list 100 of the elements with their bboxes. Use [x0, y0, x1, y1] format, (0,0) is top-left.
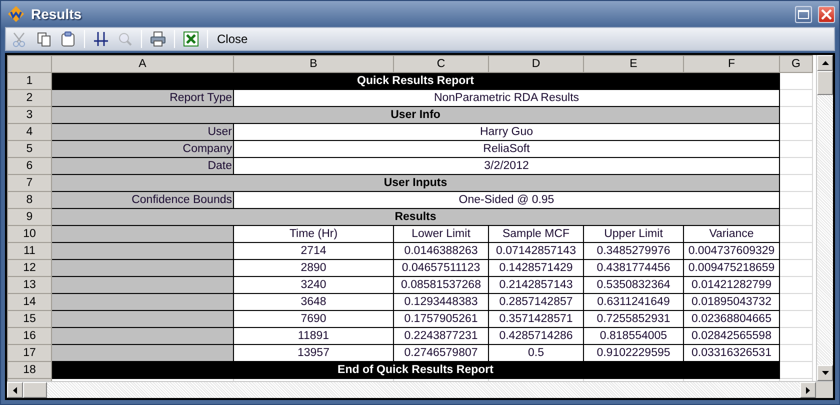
printer-button[interactable] — [148, 29, 168, 49]
field-label: Confidence Bounds — [52, 192, 234, 208]
column-header[interactable]: E — [584, 56, 684, 72]
table-cell: 7690 — [234, 310, 394, 328]
table-cell: 0.03316326531 — [684, 344, 780, 362]
field-value: NonParametric RDA Results — [234, 90, 780, 106]
table-cell: 0.818554005 — [584, 328, 684, 344]
field-label: Company — [52, 140, 234, 158]
scroll-thumb[interactable] — [23, 382, 47, 398]
table-cell — [780, 72, 812, 90]
row-header[interactable]: 16 — [8, 328, 52, 344]
table-cell — [780, 226, 812, 242]
table-cell — [780, 106, 812, 124]
field-value: One-Sided @ 0.95 — [234, 192, 780, 208]
table-cell: 0.04657511123 — [394, 260, 488, 276]
table-cell: Variance — [684, 226, 780, 242]
table-cell: 0.5350832364 — [584, 276, 684, 294]
column-header[interactable]: D — [488, 56, 584, 72]
table-cell — [780, 192, 812, 208]
field-value: ReliaSoft — [234, 140, 780, 158]
table-cell: 3240 — [234, 276, 394, 294]
row-header[interactable]: 9 — [8, 208, 52, 226]
table-cell: Sample MCF — [488, 226, 584, 242]
column-header[interactable]: B — [234, 56, 394, 72]
table-cell: 0.01421282799 — [684, 276, 780, 294]
table-cell: 0.4285714286 — [488, 328, 584, 344]
horizontal-scrollbar[interactable] — [7, 381, 833, 398]
section-header: Results — [52, 208, 780, 226]
row-header[interactable]: 13 — [8, 276, 52, 294]
table-cell: 0.3571428571 — [488, 310, 584, 328]
table-cell: 0.9102229595 — [584, 344, 684, 362]
row-header[interactable]: 7 — [8, 174, 52, 192]
scroll-down-button[interactable] — [817, 365, 833, 381]
column-header[interactable]: A — [52, 56, 234, 72]
table-cell: 0.02842565598 — [684, 328, 780, 344]
row-header[interactable]: 6 — [8, 158, 52, 174]
table-cell: 0.4381774456 — [584, 260, 684, 276]
up-arrow-icon — [822, 61, 828, 65]
table-cell: 0.009475218659 — [684, 260, 780, 276]
table-cell: 0.004737609329 — [684, 242, 780, 260]
column-header[interactable]: F — [684, 56, 780, 72]
table-cell: 0.2746579807 — [394, 344, 488, 362]
scroll-right-button[interactable] — [800, 382, 816, 398]
table-cell: 3648 — [234, 294, 394, 310]
field-value: 3/2/2012 — [234, 158, 780, 174]
table-cell — [780, 310, 812, 328]
table-cell: Lower Limit — [394, 226, 488, 242]
column-header[interactable]: G — [780, 56, 812, 72]
table-cell: 0.1293448383 — [394, 294, 488, 310]
close-button[interactable]: Close — [214, 30, 251, 48]
row-header[interactable]: 5 — [8, 140, 52, 158]
row-header[interactable]: 1 — [8, 72, 52, 90]
row-header[interactable]: 14 — [8, 294, 52, 310]
table-cell: Upper Limit — [584, 226, 684, 242]
app-logo-icon — [7, 5, 25, 23]
gridlines-button[interactable] — [91, 29, 111, 49]
scroll-thumb[interactable] — [817, 71, 833, 95]
row-header[interactable]: 4 — [8, 124, 52, 140]
left-arrow-icon — [13, 386, 17, 394]
row-header[interactable]: 10 — [8, 226, 52, 242]
table-cell — [780, 328, 812, 344]
scroll-up-button[interactable] — [817, 55, 833, 71]
column-header[interactable]: C — [394, 56, 488, 72]
table-cell — [780, 174, 812, 192]
table-cell: 0.2857142857 — [488, 294, 584, 310]
field-label: User — [52, 124, 234, 140]
row-header[interactable]: 11 — [8, 242, 52, 260]
table-cell: 11891 — [234, 328, 394, 344]
table-cell: 0.01895043732 — [684, 294, 780, 310]
close-button[interactable] — [818, 6, 835, 22]
table-cell: 0.1757905261 — [394, 310, 488, 328]
report-banner: End of Quick Results Report — [52, 362, 780, 378]
table-cell: 13957 — [234, 344, 394, 362]
table-cell: 0.07142857143 — [488, 242, 584, 260]
field-label: Report Type — [52, 90, 234, 106]
vertical-scrollbar[interactable] — [816, 55, 833, 381]
row-header[interactable]: 12 — [8, 260, 52, 276]
table-cell: 0.6311241649 — [584, 294, 684, 310]
row-header[interactable]: 18 — [8, 362, 52, 378]
spreadsheet-button[interactable] — [181, 29, 201, 49]
row-header[interactable]: 17 — [8, 344, 52, 362]
table-cell: 2714 — [234, 242, 394, 260]
table-cell: 0.02368804665 — [684, 310, 780, 328]
row-header[interactable]: 8 — [8, 192, 52, 208]
row-header[interactable]: 15 — [8, 310, 52, 328]
table-cell: 0.1428571429 — [488, 260, 584, 276]
table-cell — [780, 158, 812, 174]
maximize-button[interactable] — [795, 6, 812, 22]
row-header[interactable]: 3 — [8, 106, 52, 124]
down-arrow-icon — [822, 371, 828, 375]
scrollbar-corner — [816, 382, 833, 398]
table-cell: 0.2243877231 — [394, 328, 488, 344]
scroll-left-button[interactable] — [7, 382, 23, 398]
maximize-icon — [798, 10, 809, 18]
section-header: User Inputs — [52, 174, 780, 192]
table-cell: 2890 — [234, 260, 394, 276]
table-cell — [780, 362, 812, 378]
right-arrow-icon — [806, 386, 810, 394]
table-cell: 0.3485279976 — [584, 242, 684, 260]
row-header[interactable]: 2 — [8, 90, 52, 106]
